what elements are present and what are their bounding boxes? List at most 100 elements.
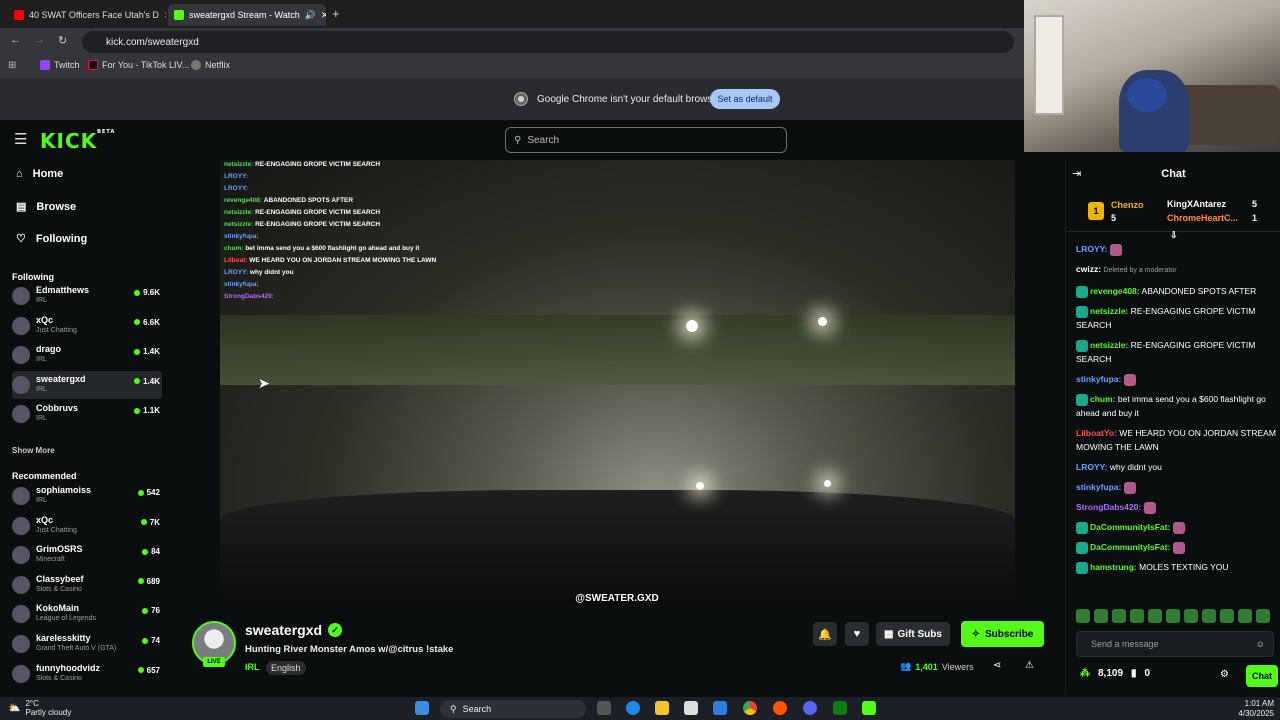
- search-input[interactable]: ⚲ Search: [505, 127, 787, 153]
- sidebar-channel[interactable]: KokoMain League of Legends 76: [12, 600, 162, 628]
- sidebar-channel[interactable]: xQc Just Chatting 6.6K: [12, 312, 162, 340]
- taskbar-search[interactable]: ⚲ Search: [440, 700, 586, 718]
- nav-home[interactable]: ⌂ Home: [16, 168, 63, 180]
- chat-username[interactable]: LROYY:: [1076, 244, 1107, 254]
- emote-icon[interactable]: [1238, 609, 1252, 623]
- sidebar-channel[interactable]: Edmatthews IRL 9.6K: [12, 282, 162, 310]
- report-icon[interactable]: ⚠: [1025, 660, 1034, 671]
- chrome-icon[interactable]: [743, 701, 757, 715]
- close-icon[interactable]: ✕: [164, 10, 166, 21]
- chat-username[interactable]: DaCommunityIsFat:: [1090, 542, 1170, 552]
- follow-heart-button[interactable]: ♥: [845, 622, 869, 646]
- subscribe-button[interactable]: ✧ Subscribe: [961, 621, 1044, 647]
- chat-username[interactable]: stinkyfupa:: [1076, 482, 1121, 492]
- channel-name: GrimOSRS: [36, 544, 83, 555]
- discord-icon[interactable]: [803, 701, 817, 715]
- expand-leaderboard-icon[interactable]: ⇩: [1170, 230, 1178, 241]
- sidebar-channel[interactable]: GrimOSRS Minecraft 84: [12, 541, 162, 569]
- chat-username[interactable]: StrongDabs420:: [1076, 502, 1141, 512]
- video-player[interactable]: netsizzle: RE-ENGAGING GROPE VICTIM SEAR…: [220, 160, 1015, 605]
- channel-points: ⁂ 8,109 ▮ 0: [1080, 668, 1150, 679]
- chat-username[interactable]: netsizzle:: [1090, 340, 1128, 350]
- emote-icon[interactable]: [1112, 609, 1126, 623]
- overlay-chat-user: stinkyfupa:: [224, 281, 259, 288]
- chat-message-input[interactable]: Send a message ☺: [1076, 631, 1274, 657]
- kick-app-icon[interactable]: [862, 701, 876, 715]
- new-tab-icon[interactable]: +: [332, 6, 340, 21]
- browser-tab-news[interactable]: 40 SWAT Officers Face Utah's D ✕: [8, 4, 166, 26]
- bookmark-twitch[interactable]: Twitch: [40, 60, 80, 70]
- notification-bell-button[interactable]: 🔔: [813, 622, 837, 646]
- gift-subs-button[interactable]: ▦ Gift Subs: [876, 622, 950, 646]
- chat-username[interactable]: LilboatYo:: [1076, 428, 1117, 438]
- url-text: kick.com/sweatergxd: [106, 36, 199, 48]
- browser-tab-kick[interactable]: sweatergxd Stream - Watch 🔊 ✕: [168, 4, 326, 26]
- language-tag[interactable]: English: [266, 661, 306, 675]
- sidebar-channel[interactable]: drago IRL 1.4K: [12, 341, 162, 369]
- xbox-icon[interactable]: [833, 701, 847, 715]
- edge-icon[interactable]: [626, 701, 640, 715]
- sidebar-channel[interactable]: karelesskitty Grand Theft Auto V (GTA) 74: [12, 630, 162, 658]
- show-more-link[interactable]: Show More: [12, 446, 55, 455]
- emoji-icon[interactable]: ☺: [1256, 639, 1265, 649]
- gear-icon[interactable]: ⚙: [1220, 669, 1229, 680]
- bookmark-netflix[interactable]: Netflix: [191, 60, 230, 70]
- mail-icon[interactable]: [713, 701, 727, 715]
- emote-icon[interactable]: [1094, 609, 1108, 623]
- emote-icon[interactable]: [1256, 609, 1270, 623]
- hamburger-menu-icon[interactable]: ☰: [14, 130, 27, 148]
- emote-icon[interactable]: [1130, 609, 1144, 623]
- store-icon[interactable]: [684, 701, 698, 715]
- sidebar-channel[interactable]: xQc Just Chatting 7K: [12, 512, 162, 540]
- share-icon[interactable]: ⋖: [993, 660, 1001, 671]
- leaderboard-user[interactable]: KingXAntarez: [1167, 199, 1226, 209]
- chat-username[interactable]: hamstrung:: [1090, 562, 1137, 572]
- file-explorer-icon[interactable]: [655, 701, 669, 715]
- sidebar-channel[interactable]: funnyhoodvidz Slots & Casino 657: [12, 660, 162, 688]
- sidebar-channel[interactable]: Cobbruvs IRL 1.1K: [12, 400, 162, 428]
- overlay-chat-message: netsizzle: RE-ENGAGING GROPE VICTIM SEAR…: [224, 160, 444, 170]
- category-link[interactable]: IRL: [245, 662, 260, 672]
- soundcloud-icon[interactable]: [773, 701, 787, 715]
- emote-icon[interactable]: [1202, 609, 1216, 623]
- apps-grid-icon[interactable]: ⊞: [8, 60, 16, 71]
- emote-icon[interactable]: [1220, 609, 1234, 623]
- emote-icon[interactable]: [1166, 609, 1180, 623]
- sidebar-channel[interactable]: sophiamoiss IRL 542: [12, 482, 162, 510]
- chat-username[interactable]: DaCommunityIsFat:: [1090, 522, 1170, 532]
- weather-widget[interactable]: ⛅ 2°C Partly cloudy: [8, 699, 71, 717]
- url-field[interactable]: kick.com/sweatergxd: [82, 31, 1014, 53]
- emote-icon[interactable]: [1184, 609, 1198, 623]
- nav-following[interactable]: ♡ Following: [16, 232, 87, 246]
- bookmarks-bar: ⊞ Twitch For You - TikTok LIV... Netflix: [0, 56, 1024, 78]
- task-view-icon[interactable]: [597, 701, 611, 715]
- speaker-icon[interactable]: 🔊: [305, 10, 316, 21]
- sidebar-channel[interactable]: Classybeef Slots & Casino 689: [12, 571, 162, 599]
- send-chat-button[interactable]: Chat: [1246, 665, 1278, 687]
- clock-time: 1:01 AM: [1244, 699, 1274, 708]
- channel-name[interactable]: sweatergxd: [245, 622, 322, 638]
- system-clock[interactable]: 1:01 AM 4/30/2025: [1238, 699, 1274, 719]
- leaderboard-user[interactable]: Chenzo: [1111, 200, 1144, 210]
- close-icon[interactable]: ✕: [321, 10, 326, 21]
- windows-start-icon[interactable]: [415, 701, 429, 715]
- leaderboard-user[interactable]: ChromeHeartC...: [1167, 213, 1238, 223]
- emote-icon[interactable]: [1148, 609, 1162, 623]
- back-icon[interactable]: ←: [10, 34, 21, 46]
- chat-username[interactable]: stinkyfupa:: [1076, 374, 1121, 384]
- sidebar-channel[interactable]: sweatergxd IRL 1.4K: [12, 370, 162, 399]
- set-as-default-button[interactable]: Set as default: [710, 89, 780, 109]
- stream-watermark: @SWEATER.GXD: [575, 593, 659, 604]
- chat-username[interactable]: cwizz:: [1076, 264, 1101, 274]
- nav-label: Browse: [36, 200, 77, 213]
- nav-browse[interactable]: ▤ Browse: [16, 200, 77, 214]
- reload-icon[interactable]: ↻: [58, 34, 67, 47]
- emote-icon[interactable]: [1076, 609, 1090, 623]
- bookmark-tiktok[interactable]: For You - TikTok LIV...: [88, 60, 189, 70]
- chat-username[interactable]: LROYY:: [1076, 462, 1107, 472]
- chat-username[interactable]: netsizzle:: [1090, 306, 1128, 316]
- forward-icon[interactable]: →: [34, 34, 45, 46]
- kick-logo[interactable]: KICKBETA: [40, 129, 115, 153]
- chat-username[interactable]: chum:: [1090, 394, 1116, 404]
- chat-username[interactable]: revenge408:: [1090, 286, 1140, 296]
